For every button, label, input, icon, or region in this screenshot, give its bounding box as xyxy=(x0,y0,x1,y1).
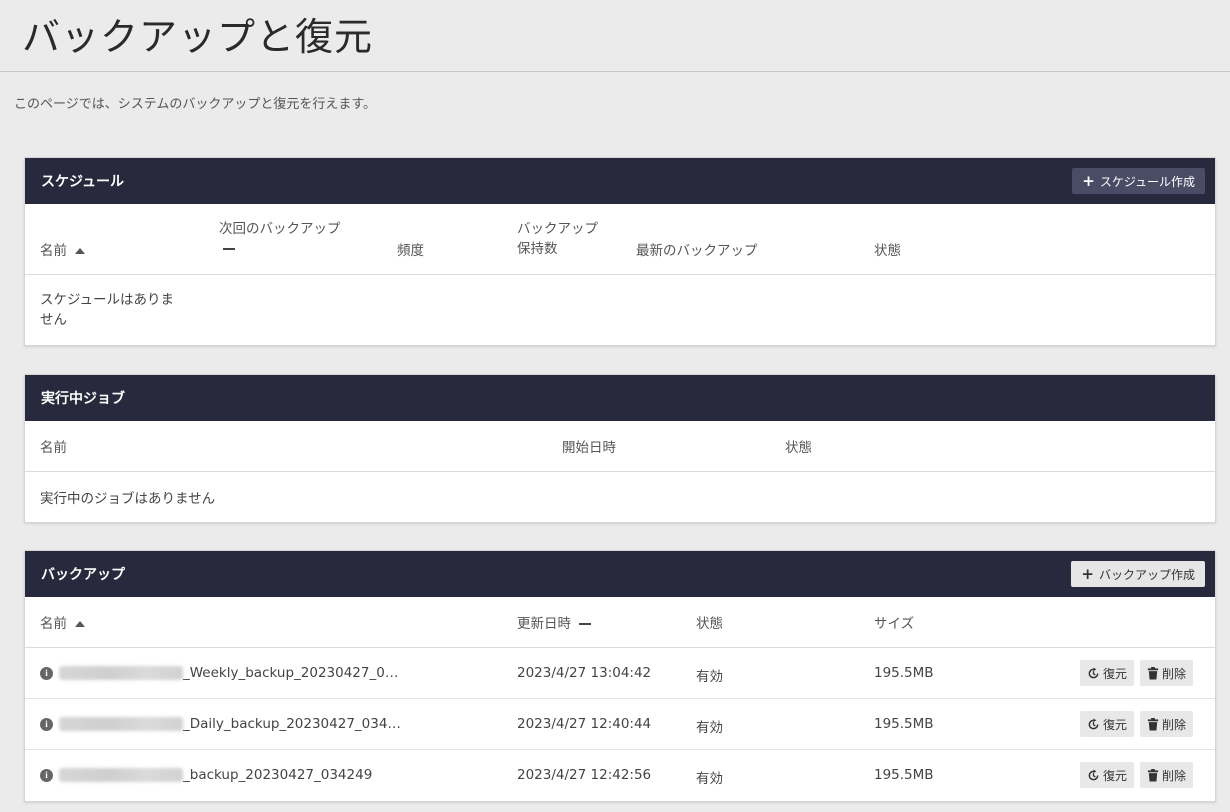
backups-panel: バックアップ + バックアップ作成 名前 更新日時 状態 サイズ i _Weekl… xyxy=(24,550,1216,802)
create-schedule-button[interactable]: + スケジュール作成 xyxy=(1072,168,1205,194)
column-header-retention-line1: バックアップ xyxy=(517,221,598,237)
column-header-retention-line2: 保持数 xyxy=(517,241,558,257)
running-jobs-panel-header: 実行中ジョブ xyxy=(25,375,1215,421)
schedule-panel-header: スケジュール + スケジュール作成 xyxy=(25,158,1215,204)
column-header-status: 状態 xyxy=(874,243,901,259)
info-icon[interactable]: i xyxy=(40,768,53,782)
column-header-job-name: 名前 xyxy=(40,440,67,456)
column-header-next-backup[interactable]: 次回のバックアップ xyxy=(219,219,341,259)
schedule-empty-line2: せん xyxy=(40,312,67,328)
backup-status: 有効 xyxy=(696,669,723,685)
backup-updated: 2023/4/27 13:04:42 xyxy=(517,665,652,681)
redacted-text xyxy=(59,666,183,680)
create-schedule-label: スケジュール作成 xyxy=(1099,174,1195,189)
page-title: バックアップと復元 xyxy=(22,15,374,59)
backup-name-cell: i _Daily_backup_20230427_034… xyxy=(40,716,401,732)
running-jobs-panel-title: 実行中ジョブ xyxy=(41,391,125,407)
backup-updated: 2023/4/27 12:40:44 xyxy=(517,716,652,732)
column-header-latest-backup: 最新のバックアップ xyxy=(636,243,758,259)
column-header-updated-label: 更新日時 xyxy=(517,616,571,632)
restore-label: 復元 xyxy=(1103,666,1128,681)
plus-icon: + xyxy=(1082,171,1095,190)
redacted-text xyxy=(59,717,183,731)
page-description: このページでは、システムのバックアップと復元を行えます。 xyxy=(14,97,377,112)
table-row: i _Daily_backup_20230427_034… 2023/4/27 1… xyxy=(25,699,1215,750)
jobs-empty-message: 実行中のジョブはありません xyxy=(40,491,216,507)
schedule-empty-line1: スケジュールはありま xyxy=(40,292,175,308)
backups-table-header: 名前 更新日時 状態 サイズ xyxy=(25,597,1215,648)
create-backup-label: バックアップ作成 xyxy=(1098,567,1195,582)
sort-ascending-icon xyxy=(75,621,85,627)
column-header-updated[interactable]: 更新日時 xyxy=(517,612,591,632)
table-row: i _Weekly_backup_20230427_0… 2023/4/27 13… xyxy=(25,648,1215,699)
backup-status: 有効 xyxy=(696,771,723,787)
trash-icon xyxy=(1147,768,1159,782)
schedule-empty-row: スケジュールはありま せん xyxy=(25,275,1215,345)
column-header-backup-status: 状態 xyxy=(696,616,723,632)
column-header-frequency: 頻度 xyxy=(397,243,424,259)
delete-button[interactable]: 削除 xyxy=(1140,660,1194,686)
delete-label: 削除 xyxy=(1162,768,1187,783)
restore-button[interactable]: 復元 xyxy=(1080,660,1135,686)
column-header-job-status: 状態 xyxy=(785,440,812,456)
column-header-name-label: 名前 xyxy=(40,243,67,259)
restore-button[interactable]: 復元 xyxy=(1080,711,1135,737)
schedule-table-header: 名前 次回のバックアップ 頻度 バックアップ 保持数 最新のバックアップ 状態 xyxy=(25,204,1215,275)
jobs-table-header: 名前 開始日時 状態 xyxy=(25,421,1215,472)
jobs-empty-row: 実行中のジョブはありません xyxy=(25,472,1215,522)
column-header-next-backup-label: 次回のバックアップ xyxy=(219,221,341,237)
redacted-text xyxy=(59,768,183,782)
restore-icon xyxy=(1087,666,1100,680)
delete-label: 削除 xyxy=(1162,717,1187,732)
sort-ascending-icon xyxy=(75,248,85,254)
schedule-panel-title: スケジュール xyxy=(41,174,125,190)
schedule-empty-message: スケジュールはありま せん xyxy=(40,290,174,330)
backup-size: 195.5MB xyxy=(874,767,934,783)
backup-updated: 2023/4/27 12:42:56 xyxy=(517,767,652,783)
sort-none-icon xyxy=(223,248,235,250)
column-header-retention: バックアップ 保持数 xyxy=(517,219,598,259)
schedule-panel: スケジュール + スケジュール作成 名前 次回のバックアップ 頻度 バックアップ… xyxy=(24,157,1216,346)
backup-size: 195.5MB xyxy=(874,665,934,681)
page-header: バックアップと復元 xyxy=(0,0,1230,72)
delete-label: 削除 xyxy=(1162,666,1187,681)
backup-name-cell: i _Weekly_backup_20230427_0… xyxy=(40,665,398,681)
column-header-backup-name[interactable]: 名前 xyxy=(40,612,85,632)
sort-none-icon xyxy=(579,623,591,625)
backups-panel-header: バックアップ + バックアップ作成 xyxy=(25,551,1215,597)
table-row: i _backup_20230427_034249 2023/4/27 12:42… xyxy=(25,750,1215,801)
plus-icon: + xyxy=(1081,564,1094,583)
backup-name: _Daily_backup_20230427_034… xyxy=(183,716,401,732)
trash-icon xyxy=(1147,717,1159,731)
backup-status: 有効 xyxy=(696,720,723,736)
column-header-backup-name-label: 名前 xyxy=(40,616,67,632)
running-jobs-panel: 実行中ジョブ 名前 開始日時 状態 実行中のジョブはありません xyxy=(24,374,1216,523)
trash-icon xyxy=(1147,666,1159,680)
backup-name: _backup_20230427_034249 xyxy=(183,767,373,783)
restore-button[interactable]: 復元 xyxy=(1080,762,1135,788)
column-header-start-time: 開始日時 xyxy=(562,440,616,456)
backup-name-cell: i _backup_20230427_034249 xyxy=(40,767,372,783)
delete-button[interactable]: 削除 xyxy=(1140,762,1194,788)
backups-panel-title: バックアップ xyxy=(41,567,125,583)
info-icon[interactable]: i xyxy=(40,666,53,680)
column-header-name[interactable]: 名前 xyxy=(40,239,85,259)
column-header-size: サイズ xyxy=(874,616,915,632)
backup-size: 195.5MB xyxy=(874,716,934,732)
restore-label: 復元 xyxy=(1103,768,1128,783)
restore-icon xyxy=(1087,768,1100,782)
info-icon[interactable]: i xyxy=(40,717,53,731)
restore-icon xyxy=(1087,717,1100,731)
restore-label: 復元 xyxy=(1103,717,1128,732)
backup-name: _Weekly_backup_20230427_0… xyxy=(183,665,399,681)
create-backup-button[interactable]: + バックアップ作成 xyxy=(1071,561,1205,587)
delete-button[interactable]: 削除 xyxy=(1140,711,1194,737)
